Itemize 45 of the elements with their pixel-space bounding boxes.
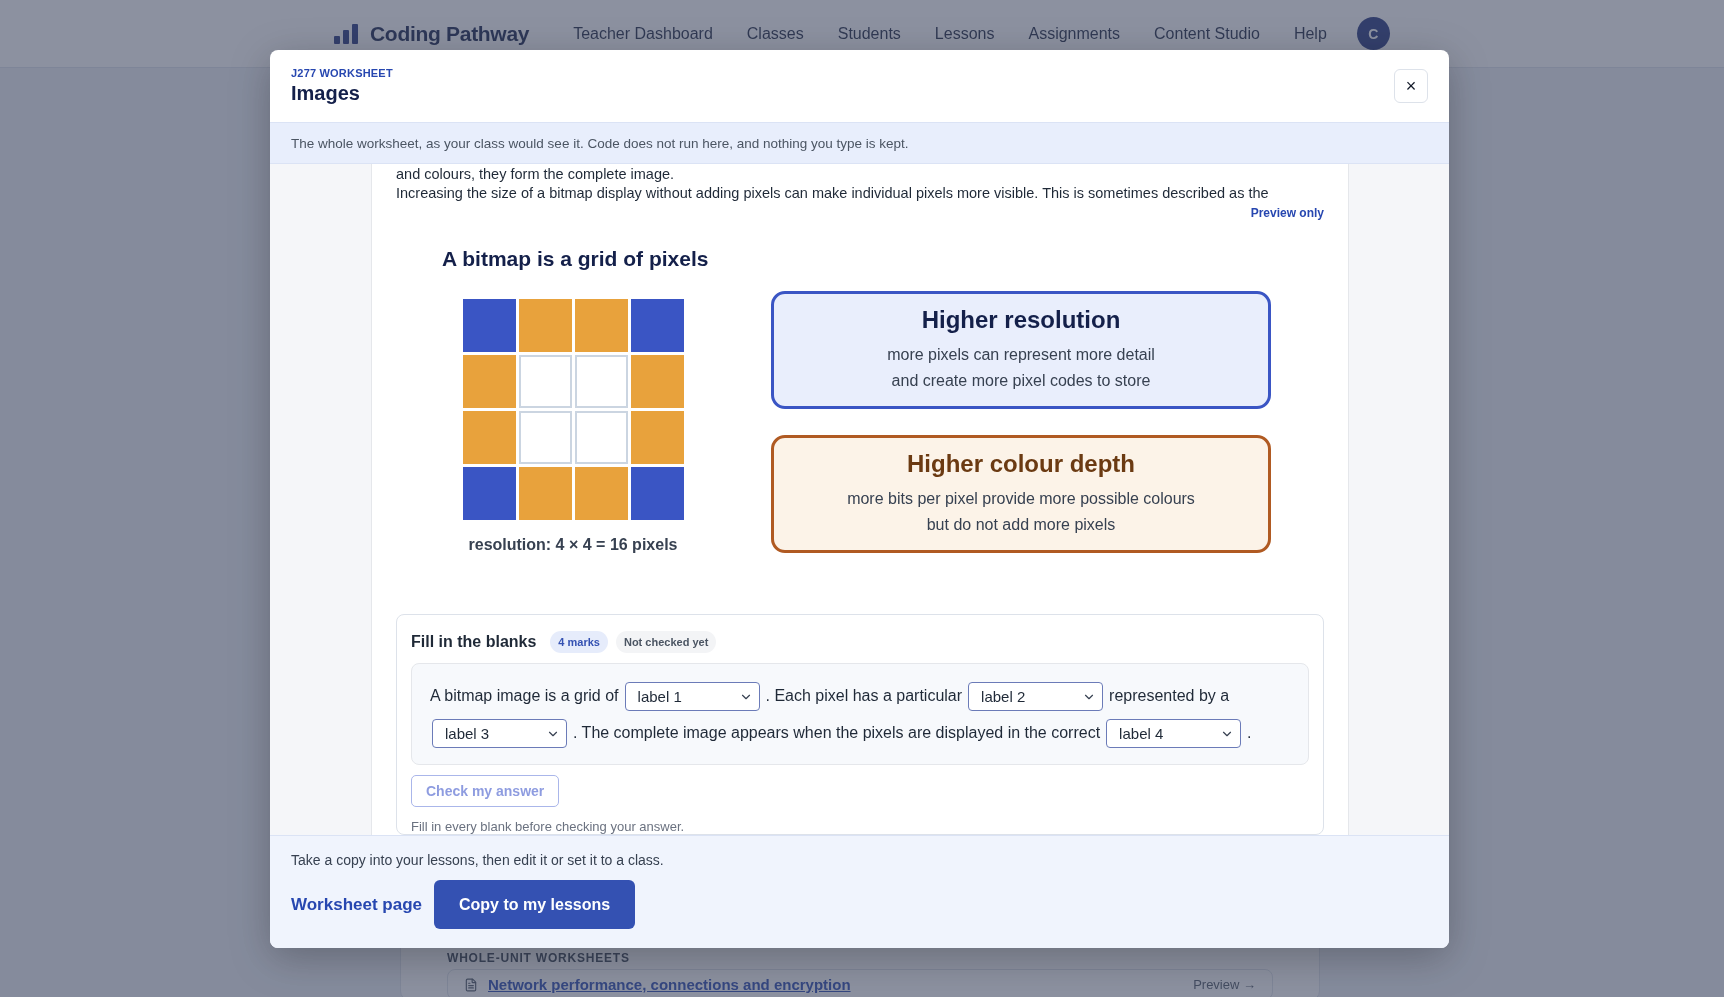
section-heading: WHOLE-UNIT WORKSHEETS	[447, 951, 631, 965]
notice-banner: The whole worksheet, as your class would see it. Code does not run here, and nothing you type is kept.	[270, 122, 1449, 164]
worksheet-code: J277 WORKSHEET	[291, 67, 393, 79]
callout-text: but do not add more pixels	[926, 515, 1116, 535]
worksheet-page-link[interactable]: Worksheet page	[291, 894, 422, 915]
callout-text: more pixels can represent more detail	[887, 345, 1155, 365]
passage-text: and colours, they form the complete image.	[396, 165, 676, 184]
nav-link[interactable]: Students	[837, 24, 901, 43]
file-icon	[464, 977, 478, 992]
preview-label: Preview only	[1250, 206, 1324, 220]
hint-text: Fill in every blank before checking your answer.	[411, 819, 686, 834]
nav-link[interactable]: Lessons	[934, 24, 995, 43]
close-button[interactable]: ×	[1394, 69, 1428, 103]
passage-text: Increasing the size of a bitmap display without adding pixels can make individual pixels more visible. This is sometimes described as the	[396, 184, 1270, 203]
figure-caption: resolution: 4 × 4 = 16 pixels	[468, 536, 678, 554]
exercise-title: Fill in the blanks	[411, 633, 537, 651]
sentence-text: represented by a	[1109, 687, 1230, 704]
nav-link[interactable]: Assignments	[1028, 24, 1121, 43]
status-badge: Not checked yet	[615, 631, 717, 653]
nav-link[interactable]: Help	[1293, 24, 1327, 43]
worksheet-link[interactable]: Network performance, connections and encryption	[488, 976, 1184, 993]
blank-dropdown[interactable]: label 2	[968, 682, 1104, 712]
blank-dropdown[interactable]: label 3	[432, 719, 567, 749]
blank-dropdown[interactable]: label 4	[1106, 719, 1242, 749]
callout-title: Higher colour depth	[907, 450, 1135, 478]
preview-link[interactable]: Preview →	[1193, 977, 1256, 992]
blank-dropdown[interactable]: label 1	[624, 682, 760, 712]
sentence-text: .	[1247, 724, 1252, 741]
callout-text: and create more pixel codes to store	[891, 371, 1151, 391]
nav-link[interactable]: Content Studio	[1154, 24, 1260, 43]
user-avatar[interactable]: C	[1356, 17, 1390, 50]
brand-name: Coding Pathway	[370, 21, 530, 46]
callout-text: more bits per pixel provide more possible colours	[847, 489, 1195, 509]
sentence-text: A bitmap image is a grid of	[430, 687, 619, 704]
footer-text: Take a copy into your lessons, then edit it or set it to a class.	[291, 852, 665, 868]
copy-button[interactable]: Copy to my lessons	[434, 880, 636, 929]
nav-link[interactable]: Teacher Dashboard	[573, 24, 713, 43]
callout-title: Higher resolution	[921, 306, 1121, 334]
bar-chart-icon	[334, 23, 358, 44]
nav-link[interactable]: Classes	[746, 24, 804, 43]
sentence-text: . The complete image appears when the pixels are displayed in the correct	[573, 724, 1101, 741]
marks-badge: 4 marks	[550, 631, 608, 653]
figure-title: A bitmap is a grid of pixels	[442, 247, 709, 271]
dialog-title: Images	[291, 82, 361, 105]
sentence-text: . Each pixel has a particular	[765, 687, 963, 704]
